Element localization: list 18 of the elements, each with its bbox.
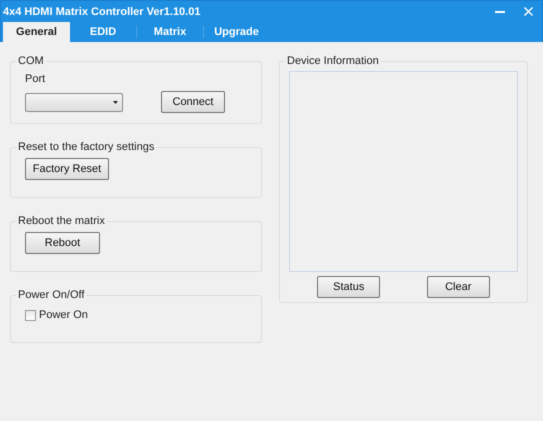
- close-icon[interactable]: [524, 7, 532, 16]
- action-button[interactable]: Reboot: [25, 232, 100, 254]
- action-button[interactable]: Factory Reset: [25, 158, 109, 180]
- action-button[interactable]: Status: [317, 276, 380, 298]
- connect-button[interactable]: Connect: [161, 91, 225, 113]
- checkbox[interactable]: [25, 310, 36, 320]
- group-title: Power On/Off: [17, 289, 86, 301]
- checkbox-label: Power On: [39, 309, 88, 321]
- group-title: Device Information: [286, 55, 380, 67]
- window-title: 4x4 HDMI Matrix Controller Ver1.10.01: [3, 6, 202, 18]
- minimize-icon[interactable]: [495, 10, 505, 13]
- group-title: COM: [17, 55, 45, 67]
- group-title: Reboot the matrix: [17, 215, 106, 227]
- dropdown-arrow-icon[interactable]: [113, 100, 118, 104]
- action-button[interactable]: Clear: [426, 276, 490, 298]
- group-title: Reset to the factory settings: [17, 141, 156, 153]
- tab[interactable]: General: [3, 22, 70, 42]
- port-label: Port: [25, 73, 46, 85]
